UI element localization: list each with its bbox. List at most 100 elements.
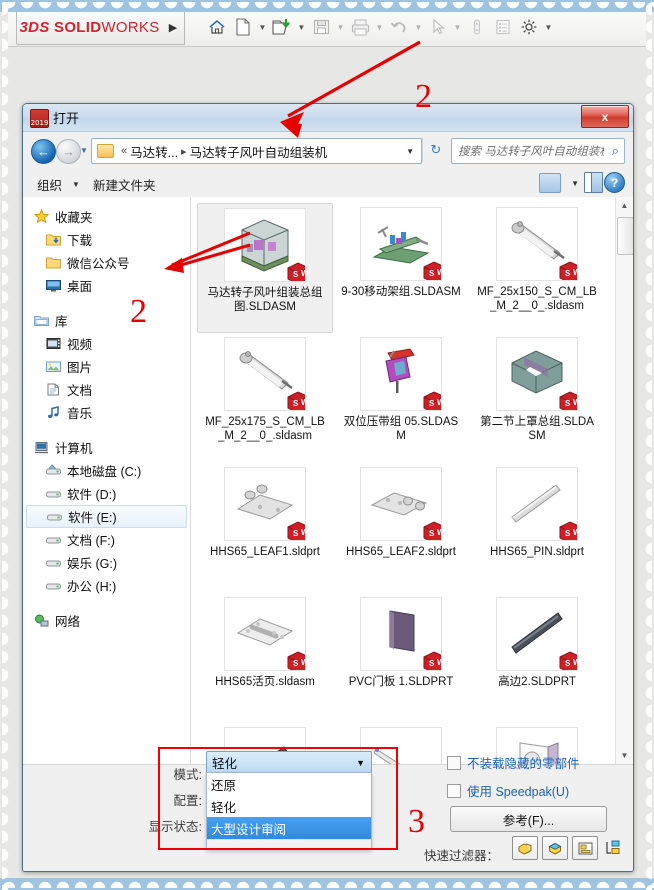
filter-drawing-icon[interactable] [572,836,598,860]
new-document-caret-icon[interactable]: ▼ [256,13,269,41]
scroll-up-button[interactable]: ▲ [616,197,633,214]
sidebar-item-label: 视频 [67,338,93,352]
file-item[interactable]: S W 第二节上罩总组.SLDASM [469,333,605,463]
file-item[interactable]: S W 双位压带组 05.SLDASM [333,333,469,463]
sidebar-item-libraries[interactable]: 库 [23,309,190,332]
sidebar-item-computer[interactable]: 计算机 [23,436,190,459]
open-file-caret-icon[interactable]: ▼ [295,13,308,41]
sidebar-item-drive-g[interactable]: 娱乐 (G:) [23,551,190,574]
sidebar-item-wechat-official[interactable]: 微信公众号 [23,251,190,274]
organize-button[interactable]: 组织 [37,175,62,194]
mode-combo[interactable]: 轻化 ▼ [206,751,372,774]
file-item[interactable]: S W 马达转子风叶组装总组图.SLDASM [197,203,333,333]
recent-locations-caret-icon[interactable]: ▼ [80,146,88,155]
sidebar-item-documents[interactable]: 文档 [23,378,190,401]
sidebar-item-pictures[interactable]: 图片 [23,355,190,378]
file-thumbnail-machine-cabinet: SW [224,208,306,282]
sidebar-item-desktop[interactable]: 桌面 [23,274,190,297]
sidebar-item-music[interactable]: 音乐 [23,401,190,424]
organize-caret-icon[interactable]: ▼ [72,180,80,189]
file-item[interactable]: S W HHS65_PIN.sldprt [469,463,605,593]
file-item[interactable]: S W PVC门板 1.SLDPRT [333,593,469,723]
no-hidden-components-label: 不装载隐藏的零部件 [467,757,580,771]
sidebar-item-label: 本地磁盘 (C:) [67,465,142,479]
preview-pane-button[interactable] [584,172,603,193]
svg-text:W: W [573,528,578,537]
open-file-icon[interactable] [269,13,295,41]
home-icon[interactable] [204,13,230,41]
svg-text:W: W [437,268,442,277]
filter-part-icon[interactable] [512,836,538,860]
refresh-button[interactable]: ↻ [422,138,449,162]
dialog-command-bar: 组织 ▼ 新建文件夹 ▼ ? [23,168,633,199]
sidebar-item-label: 计算机 [55,442,93,456]
file-item[interactable]: S W HHS65活页.sldasm [197,593,333,723]
breadcrumb-current[interactable]: 马达转子风叶自动组装机 [190,142,328,161]
checkbox-box[interactable] [447,783,461,798]
file-name: PVC门板 1.SLDPRT [348,676,454,688]
checkbox-box[interactable] [447,755,461,770]
filter-assembly-icon[interactable] [542,836,568,860]
mode-dropdown-list[interactable]: 还原 轻化 大型设计审阅 [206,772,372,850]
address-bar[interactable]: « 马达转... ▸ 马达转子风叶自动组装机 ▼ [91,138,422,164]
reference-button[interactable]: 参考(F)... [450,806,607,832]
sidebar-item-drive-d[interactable]: 软件 (D:) [23,482,190,505]
file-list-scrollbar[interactable]: ▲ ▼ [615,197,633,764]
file-item[interactable]: S W MF_25x150_S_CM_LB_M_2__0_.sldasm [469,203,605,333]
solidworks-logo[interactable]: 3DS SOLIDWORKS [16,9,163,45]
file-thumbnail-dark-rod: SW [496,597,578,671]
scrollbar-thumb[interactable] [617,217,633,255]
sidebar-item-videos[interactable]: 视频 [23,332,190,355]
solidworks-logo-text: 3DS SOLIDWORKS [19,19,159,36]
use-speedpak-label: 使用 Speedpak(U) [467,785,570,799]
sidebar-item-drive-c[interactable]: 本地磁盘 (C:) [23,459,190,482]
address-caret-icon[interactable]: ▼ [406,147,414,156]
filter-toplevel-icon[interactable] [602,837,626,859]
mode-option[interactable]: 轻化 [207,795,371,817]
settings-caret-icon[interactable]: ▼ [542,13,555,41]
sidebar-item-label: 下载 [67,234,93,248]
new-folder-button[interactable]: 新建文件夹 [93,175,156,194]
svg-text:W: W [573,398,578,407]
quick-access-toolbar: ▼ ▼ ▼ ▼ ▼ ▼ ▼ [204,11,555,43]
breadcrumb-parent[interactable]: 马达转... [130,142,178,161]
sidebar-item-downloads[interactable]: 下载 [23,228,190,251]
breadcrumb-overflow[interactable]: « [121,145,127,157]
navpane-group-gap [23,597,190,609]
menu-flyout-button[interactable]: ▶ [162,9,185,45]
search-input[interactable]: 搜索 马达转子风叶自动组装机 ⌕ [451,138,625,164]
file-item[interactable]: S W 高边2.SLDPRT [469,593,605,723]
forward-button[interactable]: → [56,139,81,164]
folder-download-icon [45,232,62,247]
change-view-button[interactable] [539,173,561,193]
file-item[interactable]: S W HHS65_LEAF1.sldprt [197,463,333,593]
sidebar-item-drive-h[interactable]: 办公 (H:) [23,574,190,597]
close-button[interactable]: x [581,105,629,128]
file-list-pane[interactable]: S W 马达转子风叶组装总组图.SLDASM S W 9-30移动架组.SLDASM S W M… [191,197,633,764]
new-document-icon[interactable] [230,13,256,41]
svg-text:W: W [301,398,306,407]
sidebar-item-label: 收藏夹 [55,211,93,225]
file-item[interactable]: S W 9-30移动架组.SLDASM [333,203,469,333]
no-hidden-components-checkbox[interactable]: 不装载隐藏的零部件 [447,753,580,772]
sidebar-item-label: 音乐 [67,407,93,421]
sidebar-item-drive-f[interactable]: 文档 (F:) [23,528,190,551]
mode-option[interactable]: 大型设计审阅 [207,817,371,839]
settings-gear-icon[interactable] [516,13,542,41]
file-item[interactable]: S W MF_25x175_S_CM_LB_M_2__0_.sldasm [197,333,333,463]
use-speedpak-checkbox[interactable]: 使用 Speedpak(U) [447,781,569,800]
preview-pane-left [585,173,592,192]
file-item[interactable]: S W HHS65_LEAF2.sldprt [333,463,469,593]
help-button[interactable]: ? [604,172,625,193]
sidebar-item-drive-e[interactable]: 软件 (E:) [26,505,187,528]
sidebar-item-favorites[interactable]: 收藏夹 [23,205,190,228]
mode-value: 轻化 [212,757,238,771]
change-view-caret-icon[interactable]: ▼ [571,179,579,188]
save-caret-icon: ▼ [336,22,345,32]
back-button[interactable]: ← [31,139,56,164]
video-icon [45,336,62,351]
back-arrow-icon: ← [37,144,50,159]
mode-option[interactable]: 还原 [207,773,371,795]
scroll-down-button[interactable]: ▼ [616,747,633,764]
sidebar-item-network[interactable]: 网络 [23,609,190,632]
